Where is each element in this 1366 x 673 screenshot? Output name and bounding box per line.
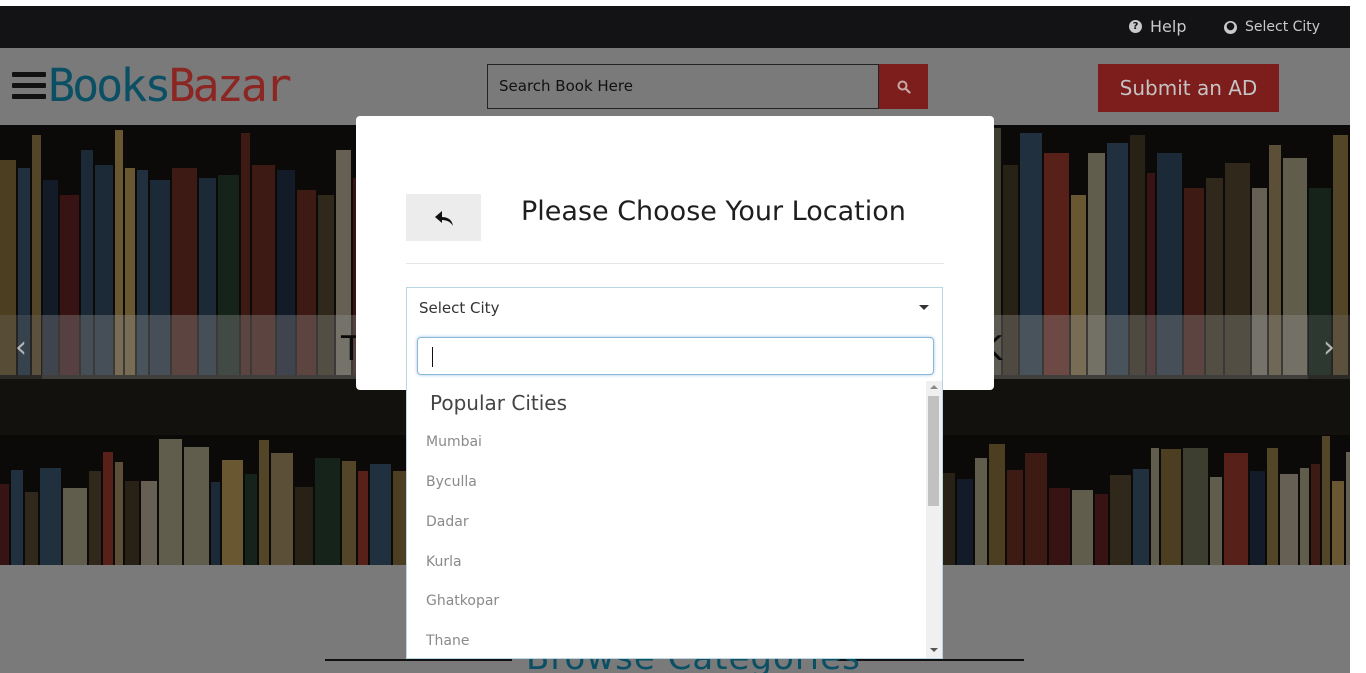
scroll-thumb[interactable] xyxy=(928,396,939,506)
city-search-input[interactable] xyxy=(417,337,934,375)
carousel-next-button[interactable]: › xyxy=(1308,315,1350,379)
reply-arrow-icon xyxy=(434,210,453,226)
help-label: Help xyxy=(1150,17,1187,36)
city-select-value: Select City xyxy=(419,298,500,317)
globe-icon: ● xyxy=(1224,20,1237,34)
city-select[interactable]: Select City xyxy=(406,287,943,327)
city-dropdown: Popular Cities Mumbai Byculla Dadar Kurl… xyxy=(406,327,943,659)
city-option[interactable]: Thane xyxy=(426,633,470,649)
scroll-down-icon[interactable] xyxy=(930,648,938,652)
modal-divider xyxy=(406,263,944,264)
city-option[interactable]: Mumbai xyxy=(426,434,482,450)
chevron-down-icon xyxy=(919,305,929,310)
submit-ad-button[interactable]: Submit an AD xyxy=(1098,64,1279,112)
help-link[interactable]: ? Help xyxy=(1129,17,1186,36)
book-search-input[interactable]: Search Book Here xyxy=(487,64,879,109)
top-bar: ? Help ● Select City xyxy=(0,6,1350,48)
logo-books: Books xyxy=(48,59,171,112)
search-icon xyxy=(897,80,911,94)
city-option[interactable]: Ghatkopar xyxy=(426,593,499,609)
hamburger-menu-icon[interactable] xyxy=(12,72,46,100)
city-option[interactable]: Dadar xyxy=(426,514,469,530)
carousel-prev-button[interactable]: ‹ xyxy=(0,315,42,379)
scroll-up-icon[interactable] xyxy=(930,385,938,389)
dropdown-group-label: Popular Cities xyxy=(430,391,567,415)
text-cursor xyxy=(432,347,433,367)
site-header: BooksBazar Search Book Here Submit an AD xyxy=(0,48,1350,125)
logo-bazar: Bazar xyxy=(168,59,291,112)
page-scrollbar[interactable] xyxy=(1350,6,1366,673)
back-button[interactable] xyxy=(406,194,481,241)
select-city-link[interactable]: ● Select City xyxy=(1224,19,1320,35)
select-city-label: Select City xyxy=(1245,19,1321,35)
title-rule-right xyxy=(837,659,1024,661)
title-rule-left xyxy=(325,659,512,661)
city-option[interactable]: Kurla xyxy=(426,554,462,570)
question-circle-icon: ? xyxy=(1129,20,1142,33)
site-logo[interactable]: BooksBazar xyxy=(48,58,292,114)
city-option[interactable]: Byculla xyxy=(426,474,477,490)
search-button[interactable] xyxy=(879,64,928,109)
dropdown-scrollbar[interactable] xyxy=(926,381,942,658)
modal-title: Please Choose Your Location xyxy=(521,196,906,227)
